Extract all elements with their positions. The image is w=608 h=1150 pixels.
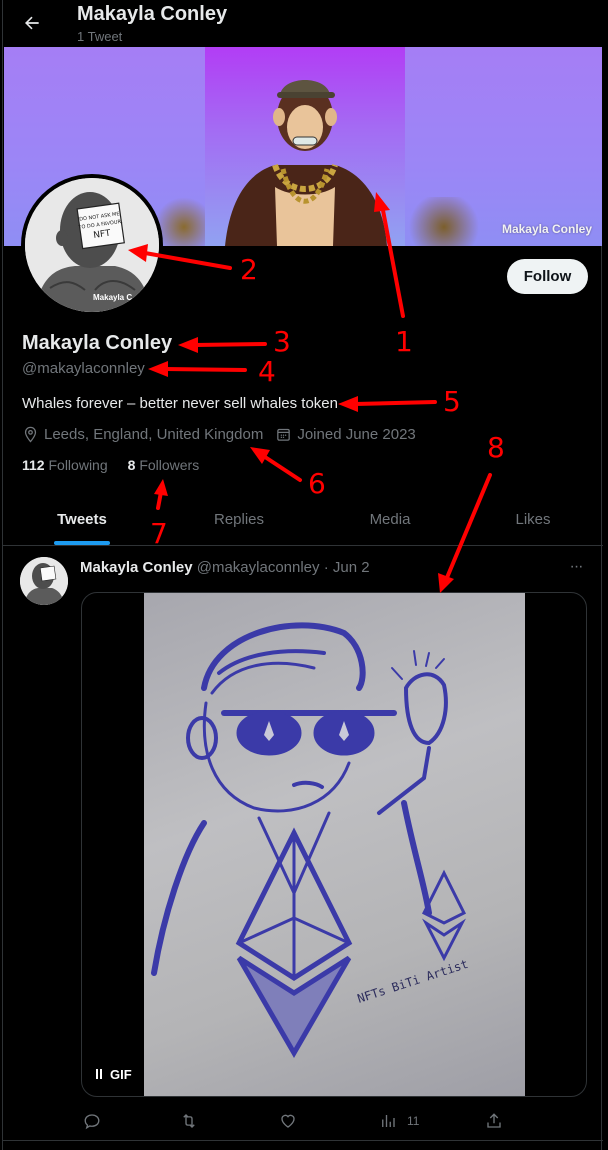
retweet-icon bbox=[183, 1114, 195, 1128]
more-options-button[interactable]: ··· bbox=[565, 557, 587, 577]
followers-count: 8 bbox=[127, 457, 136, 473]
sketch-illustration: NFTs BiTi Artist bbox=[151, 622, 470, 1058]
tweet-author-name[interactable]: Makayla Conley bbox=[80, 559, 193, 576]
join-date: Joined June 2023 bbox=[275, 426, 416, 443]
reply-icon bbox=[84, 1114, 100, 1130]
arrow-left-icon bbox=[25, 16, 39, 30]
tweet-actions: 11 bbox=[81, 1110, 511, 1132]
location-pin-icon bbox=[24, 426, 37, 443]
back-button[interactable] bbox=[17, 8, 47, 38]
banner-ape-artwork bbox=[205, 47, 405, 246]
heart-icon bbox=[281, 1114, 295, 1128]
tweet[interactable]: Makayla Conley @makaylaconnley · Jun 2 ·… bbox=[3, 547, 603, 1141]
sketch-caption: NFTs BiTi Artist bbox=[356, 957, 470, 1006]
annotation-6: 6 bbox=[308, 467, 326, 500]
tweet-avatar-illustration bbox=[20, 557, 68, 605]
ape-illustration bbox=[225, 80, 387, 246]
tweet-date[interactable]: Jun 2 bbox=[333, 559, 370, 576]
gif-label: GIF bbox=[110, 1066, 132, 1082]
avatar-watermark: Makayla C bbox=[93, 293, 133, 302]
following-count: 112 bbox=[22, 457, 45, 473]
retweet-button[interactable] bbox=[179, 1110, 209, 1132]
followers-label: Followers bbox=[139, 457, 200, 473]
annotation-4: 4 bbox=[258, 355, 276, 388]
following-label: Following bbox=[48, 457, 108, 473]
follow-stats: 112 Following 8 Followers bbox=[22, 457, 219, 473]
calendar-icon bbox=[277, 428, 291, 441]
profile-meta: Leeds, England, United Kingdom Joined Ju… bbox=[22, 426, 428, 443]
views-count: 11 bbox=[407, 1114, 420, 1128]
analytics-bar-icon bbox=[382, 1115, 395, 1127]
user-handle: @makaylaconnley bbox=[22, 360, 145, 377]
tab-tweets[interactable]: Tweets bbox=[3, 494, 161, 545]
tab-replies[interactable]: Replies bbox=[161, 494, 317, 545]
tweet-separator: · bbox=[323, 559, 329, 576]
annotation-8: 8 bbox=[487, 431, 505, 464]
display-name: Makayla Conley bbox=[22, 332, 173, 354]
tweet-author-avatar[interactable] bbox=[20, 557, 68, 605]
banner-blur-right bbox=[404, 197, 484, 246]
location-text: Leeds, England, United Kingdom bbox=[44, 426, 264, 443]
annotation-2: 2 bbox=[240, 253, 258, 286]
annotation-1: 1 bbox=[395, 325, 413, 358]
follow-button[interactable]: Follow bbox=[507, 259, 588, 294]
pause-icon[interactable] bbox=[96, 1069, 102, 1079]
header-title: Makayla Conley bbox=[77, 3, 228, 25]
tweet-author-handle[interactable]: @makaylaconnley bbox=[197, 559, 320, 576]
profile-avatar[interactable]: DO NOT ASK ME TO DO A FAVOUR, NFT Makayl… bbox=[21, 174, 163, 316]
like-button[interactable] bbox=[279, 1110, 307, 1132]
location: Leeds, England, United Kingdom bbox=[22, 426, 263, 443]
share-button[interactable] bbox=[485, 1110, 513, 1132]
profile-tabs: Tweets Replies Media Likes bbox=[3, 494, 603, 546]
top-bar: Makayla Conley 1 Tweet bbox=[3, 0, 603, 47]
annotation-3: 3 bbox=[273, 325, 291, 358]
tab-likes[interactable]: Likes bbox=[463, 494, 603, 545]
gif-sketch-image: NFTs BiTi Artist bbox=[144, 593, 525, 1096]
tweet-count: 1 Tweet bbox=[77, 29, 123, 44]
banner-watermark: Makayla Conley bbox=[501, 222, 592, 236]
avatar-illustration: DO NOT ASK ME TO DO A FAVOUR, NFT bbox=[25, 178, 159, 312]
tweet-media-gif[interactable]: NFTs BiTi Artist GIF bbox=[81, 592, 587, 1097]
followers-link[interactable]: 8 Followers bbox=[128, 457, 200, 473]
join-date-text: Joined June 2023 bbox=[297, 426, 416, 443]
following-link[interactable]: 112 Following bbox=[22, 457, 108, 473]
tab-media[interactable]: Media bbox=[317, 494, 463, 545]
annotation-5: 5 bbox=[443, 385, 461, 418]
reply-button[interactable] bbox=[83, 1110, 111, 1132]
share-upload-icon bbox=[487, 1113, 501, 1128]
gif-badge[interactable]: GIF bbox=[90, 1063, 136, 1085]
profile-page: Makayla Conley 1 Tweet Makayla Conley DO… bbox=[2, 0, 603, 1150]
views-button[interactable]: 11 bbox=[379, 1110, 419, 1132]
tweet-header: Makayla Conley @makaylaconnley · Jun 2 bbox=[80, 559, 370, 576]
profile-bio: Whales forever – better never sell whale… bbox=[22, 395, 338, 412]
annotation-7: 7 bbox=[150, 517, 168, 550]
